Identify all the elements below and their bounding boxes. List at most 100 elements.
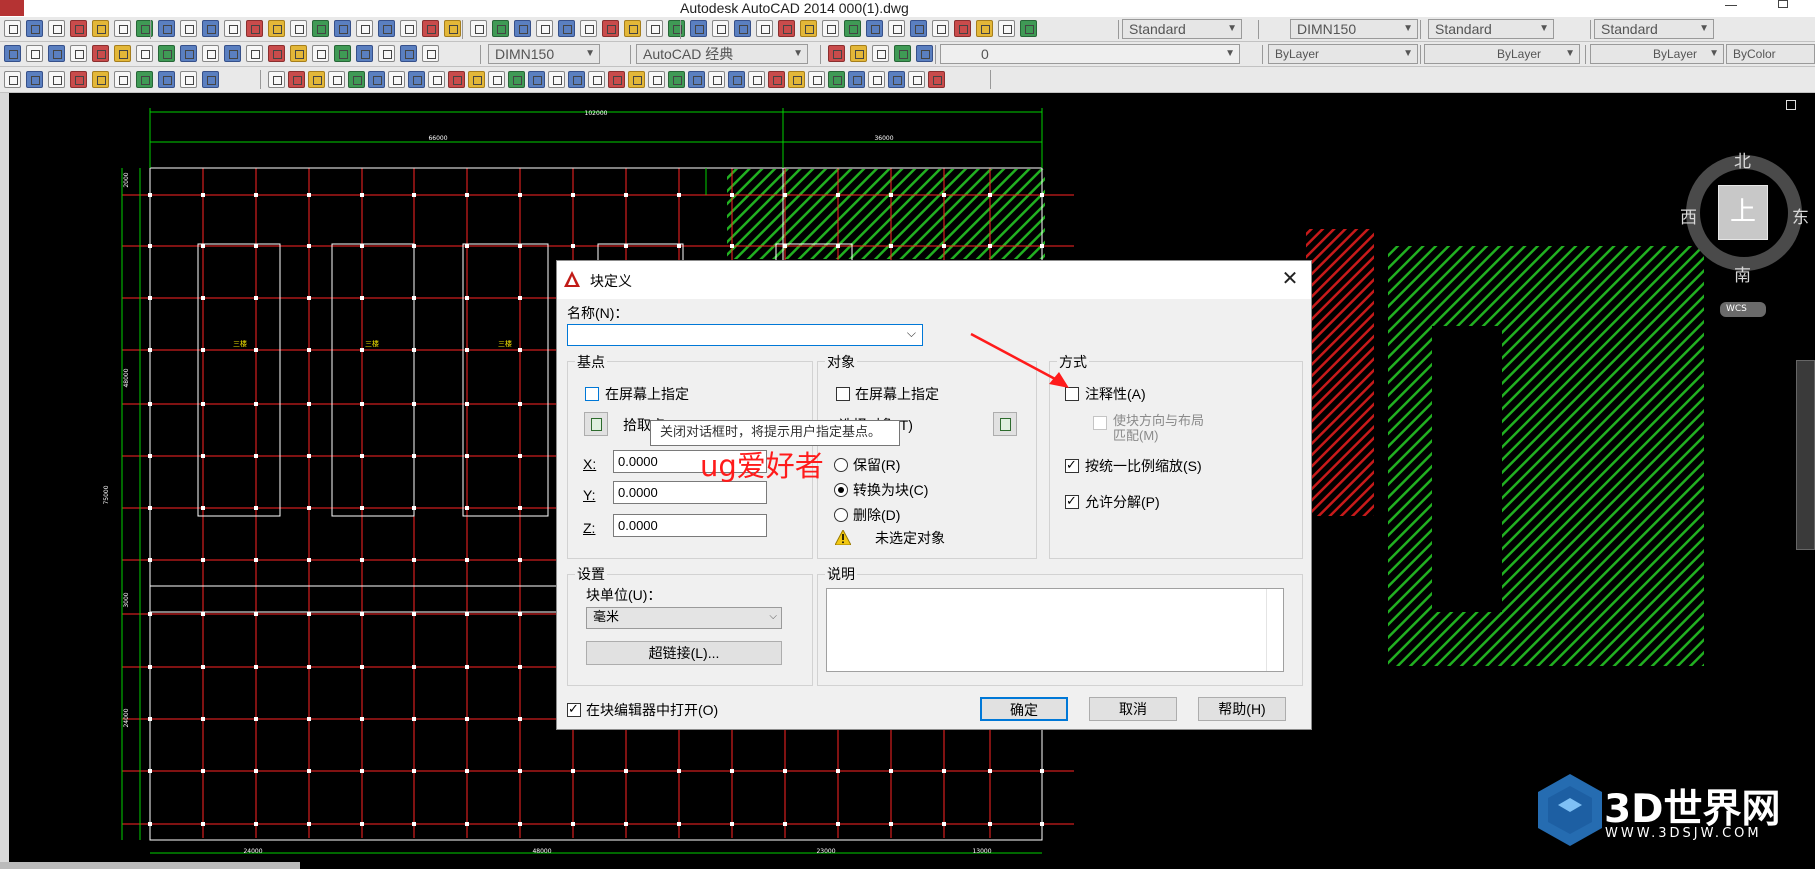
toolbar-tool-icon[interactable] <box>70 45 87 62</box>
toolbar-tool-icon[interactable] <box>708 71 725 88</box>
toolbar-tool-icon[interactable] <box>268 20 285 37</box>
toolbar-tool-icon[interactable] <box>514 20 531 37</box>
toolbar-tool-icon[interactable] <box>246 45 263 62</box>
toolbar-tool-icon[interactable] <box>848 71 865 88</box>
toolbar-tool-icon[interactable] <box>422 45 439 62</box>
toolbar-tool-icon[interactable] <box>348 71 365 88</box>
quick-select-button[interactable] <box>993 412 1017 436</box>
toolbar-tool-icon[interactable] <box>290 20 307 37</box>
toolbar-tool-icon[interactable] <box>932 20 949 37</box>
toolbar-tool-icon[interactable] <box>70 20 87 37</box>
workspace-combo[interactable]: AutoCAD 经典 ▼ <box>636 44 808 64</box>
toolbar-tool-icon[interactable] <box>916 45 933 62</box>
toolbar-tool-icon[interactable] <box>788 71 805 88</box>
block-unit-combo[interactable]: 毫米 ⌵ <box>586 607 782 629</box>
toolbar-tool-icon[interactable] <box>268 45 285 62</box>
toolbar-tool-icon[interactable] <box>690 20 707 37</box>
toolbar-tool-icon[interactable] <box>202 71 219 88</box>
table-style-combo[interactable]: Standard ▼ <box>1428 19 1554 39</box>
toolbar-tool-icon[interactable] <box>536 20 553 37</box>
toolbar-tool-icon[interactable] <box>548 71 565 88</box>
toolbar-tool-icon[interactable] <box>998 20 1015 37</box>
toolbar-tool-icon[interactable] <box>608 71 625 88</box>
toolbar-tool-icon[interactable] <box>308 71 325 88</box>
toolbar-tool-icon[interactable] <box>26 71 43 88</box>
toolbar-tool-icon[interactable] <box>202 20 219 37</box>
color-combo[interactable]: ByLayer ▼ <box>1268 44 1418 64</box>
application-menu-button[interactable] <box>0 0 24 16</box>
toolbar-tool-icon[interactable] <box>4 20 21 37</box>
toolbar-tool-icon[interactable] <box>668 71 685 88</box>
open-in-block-editor-checkbox[interactable] <box>567 701 581 717</box>
text-style-combo[interactable]: Standard ▼ <box>1122 19 1242 39</box>
toolbar-tool-icon[interactable] <box>180 45 197 62</box>
viewcube-top-face[interactable]: 上 <box>1718 185 1768 240</box>
ok-button[interactable]: 确定 <box>980 697 1068 721</box>
toolbar-tool-icon[interactable] <box>588 71 605 88</box>
toolbar-tool-icon[interactable] <box>334 45 351 62</box>
lineweight-combo[interactable]: ByLayer ▼ <box>1590 44 1724 64</box>
toolbar-tool-icon[interactable] <box>180 71 197 88</box>
toolbar-tool-icon[interactable] <box>624 20 641 37</box>
toolbar-tool-icon[interactable] <box>26 45 43 62</box>
toolbar-tool-icon[interactable] <box>648 71 665 88</box>
viewport-restore-icon[interactable] <box>1786 100 1796 110</box>
toolbar-tool-icon[interactable] <box>268 71 285 88</box>
description-textarea[interactable] <box>826 588 1284 672</box>
minimize-icon[interactable] <box>1725 5 1737 6</box>
multileader-style-combo[interactable]: Standard ▼ <box>1594 19 1714 39</box>
toolbar-tool-icon[interactable] <box>312 45 329 62</box>
toolbar-tool-icon[interactable] <box>646 20 663 37</box>
dim-style-combo-2[interactable]: DIMN150 ▼ <box>488 44 600 64</box>
match-orientation-checkbox[interactable] <box>1093 416 1107 430</box>
delete-radio[interactable] <box>834 508 848 522</box>
toolbar-tool-icon[interactable] <box>288 71 305 88</box>
toolbar-tool-icon[interactable] <box>468 71 485 88</box>
toolbar-tool-icon[interactable] <box>866 20 883 37</box>
maximize-icon[interactable] <box>1778 0 1788 8</box>
toolbar-tool-icon[interactable] <box>428 71 445 88</box>
toolbar-tool-icon[interactable] <box>628 71 645 88</box>
toolbar-tool-icon[interactable] <box>356 20 373 37</box>
toolbar-tool-icon[interactable] <box>528 71 545 88</box>
toolbar-tool-icon[interactable] <box>492 20 509 37</box>
toolbar-tool-icon[interactable] <box>568 71 585 88</box>
dim-style-combo[interactable]: DIMN150 ▼ <box>1290 19 1418 39</box>
toolbar-tool-icon[interactable] <box>928 71 945 88</box>
toolbar-tool-icon[interactable] <box>224 45 241 62</box>
toolbar-tool-icon[interactable] <box>756 20 773 37</box>
toolbar-tool-icon[interactable] <box>4 71 21 88</box>
toolbar-tool-icon[interactable] <box>508 71 525 88</box>
toolbar-tool-icon[interactable] <box>136 71 153 88</box>
navigation-bar[interactable] <box>1796 360 1815 550</box>
toolbar-tool-icon[interactable] <box>328 71 345 88</box>
toolbar-tool-icon[interactable] <box>470 20 487 37</box>
toolbar-tool-icon[interactable] <box>202 45 219 62</box>
cancel-button[interactable]: 取消 <box>1089 697 1177 721</box>
compass-south[interactable]: 南 <box>1734 261 1751 286</box>
toolbar-tool-icon[interactable] <box>448 71 465 88</box>
toolbar-tool-icon[interactable] <box>1020 20 1037 37</box>
toolbar-tool-icon[interactable] <box>92 71 109 88</box>
toolbar-tool-icon[interactable] <box>408 71 425 88</box>
compass-north[interactable]: 北 <box>1734 147 1751 172</box>
toolbar-tool-icon[interactable] <box>828 71 845 88</box>
toolbar-tool-icon[interactable] <box>558 20 575 37</box>
compass-east[interactable]: 东 <box>1792 203 1809 228</box>
toolbar-tool-icon[interactable] <box>800 20 817 37</box>
toolbar-tool-icon[interactable] <box>712 20 729 37</box>
toolbar-tool-icon[interactable] <box>246 20 263 37</box>
toolbar-tool-icon[interactable] <box>872 45 889 62</box>
toolbar-tool-icon[interactable] <box>180 20 197 37</box>
toolbar-tool-icon[interactable] <box>844 20 861 37</box>
linetype-combo[interactable]: ByLayer ▼ <box>1424 44 1580 64</box>
help-button[interactable]: 帮助(H) <box>1198 697 1286 721</box>
toolbar-tool-icon[interactable] <box>400 20 417 37</box>
retain-radio[interactable] <box>834 458 848 472</box>
toolbar-tool-icon[interactable] <box>748 71 765 88</box>
toolbar-tool-icon[interactable] <box>768 71 785 88</box>
toolbar-tool-icon[interactable] <box>778 20 795 37</box>
toolbar-tool-icon[interactable] <box>114 71 131 88</box>
toolbar-tool-icon[interactable] <box>976 20 993 37</box>
toolbar-tool-icon[interactable] <box>4 45 21 62</box>
